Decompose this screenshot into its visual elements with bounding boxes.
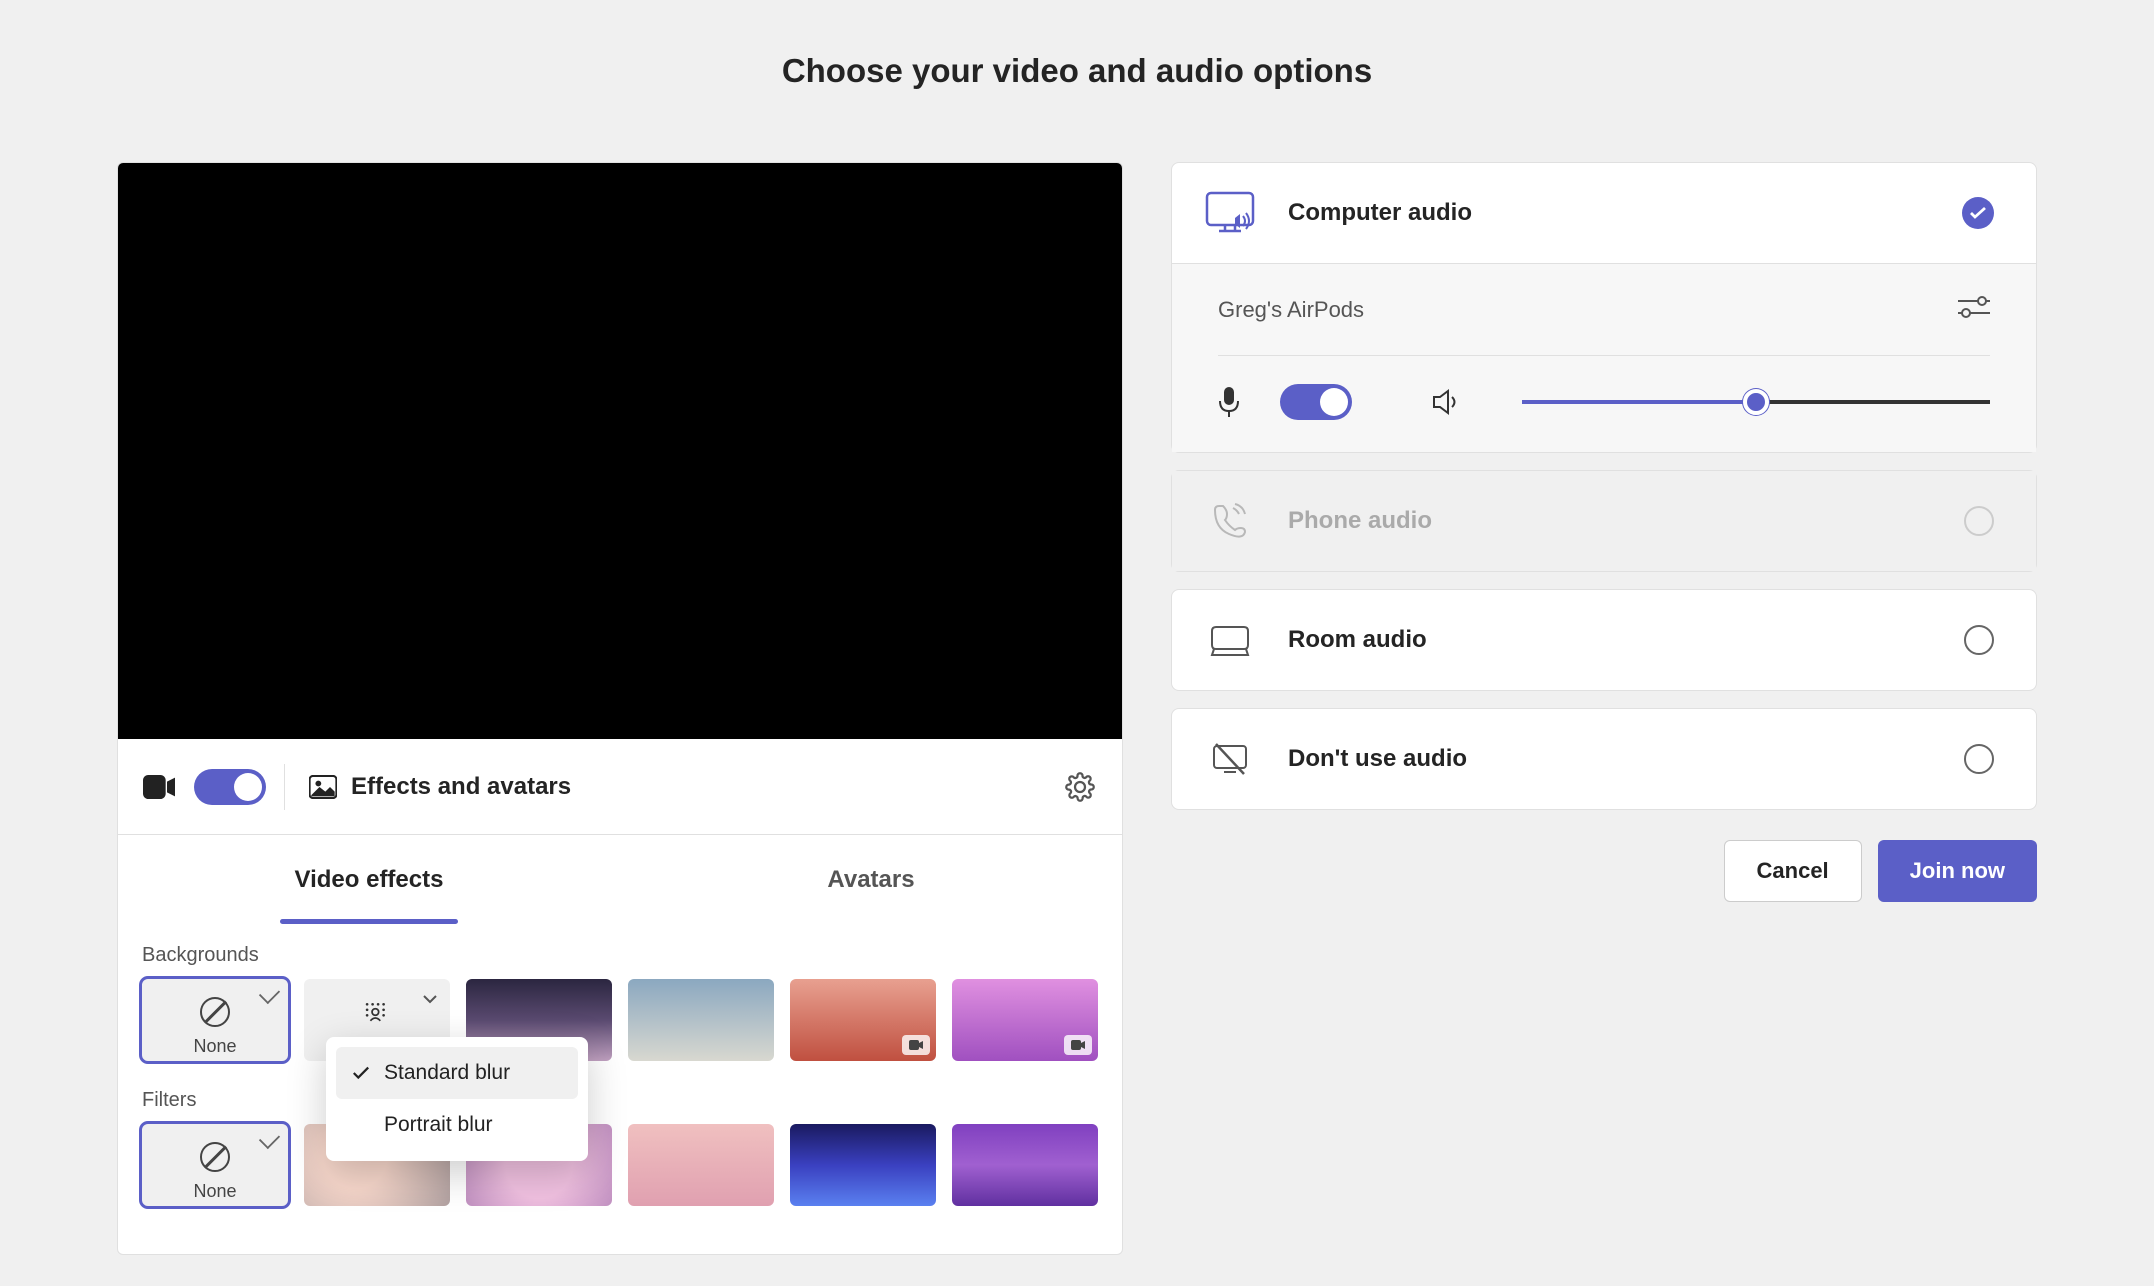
background-none-label: None <box>193 1036 236 1057</box>
effects-icon <box>309 775 337 799</box>
cancel-button[interactable]: Cancel <box>1724 840 1862 902</box>
mic-volume-row <box>1218 356 1990 420</box>
blur-option-standard[interactable]: Standard blur <box>336 1047 578 1099</box>
gear-icon <box>1065 772 1095 802</box>
speaker-icon <box>1432 389 1462 415</box>
join-now-button[interactable]: Join now <box>1878 840 2037 902</box>
chevron-down-icon <box>422 994 438 1004</box>
filters-label: Filters <box>142 1089 1098 1112</box>
tab-video-effects[interactable]: Video effects <box>118 835 620 924</box>
effects-avatars-label: Effects and avatars <box>351 773 571 801</box>
check-icon <box>352 1065 370 1081</box>
filter-none-label: None <box>193 1181 236 1202</box>
no-audio-radio <box>1964 744 1994 774</box>
blur-dropdown-button[interactable] <box>416 985 444 1013</box>
filter-option-3[interactable] <box>628 1124 774 1206</box>
computer-audio-radio <box>1962 197 1994 229</box>
settings-button[interactable] <box>1062 769 1098 805</box>
background-option-4[interactable] <box>952 979 1098 1061</box>
device-settings-button[interactable] <box>1958 296 1990 323</box>
no-audio-icon <box>1202 742 1258 776</box>
room-audio-card: Room audio <box>1171 589 2037 691</box>
no-audio-card: Don't use audio <box>1171 708 2037 810</box>
microphone-icon <box>1218 387 1240 417</box>
camera-toggle[interactable] <box>194 769 266 805</box>
blur-icon <box>362 1000 392 1024</box>
room-audio-radio <box>1964 625 1994 655</box>
effects-avatars-button[interactable]: Effects and avatars <box>303 773 571 801</box>
blur-option-portrait[interactable]: Portrait blur <box>336 1099 578 1151</box>
animated-badge-icon <box>1064 1035 1092 1055</box>
room-audio-option[interactable]: Room audio <box>1172 590 2036 690</box>
backgrounds-row: None Stand <box>142 979 1098 1061</box>
video-camera-icon <box>142 775 176 799</box>
audio-device-name: Greg's AirPods <box>1218 297 1364 323</box>
no-audio-label: Don't use audio <box>1288 745 1964 773</box>
video-panel: Effects and avatars Video effects Avatar… <box>117 162 1123 1255</box>
checkmark-icon <box>1969 206 1987 220</box>
footer-buttons: Cancel Join now <box>1171 840 2037 902</box>
filter-option-5[interactable] <box>952 1124 1098 1206</box>
background-none[interactable]: None <box>142 979 288 1061</box>
video-controls-bar: Effects and avatars <box>118 739 1122 835</box>
blur-option-standard-label: Standard blur <box>384 1061 510 1085</box>
volume-slider[interactable] <box>1522 400 1990 404</box>
audio-device-row[interactable]: Greg's AirPods <box>1218 264 1990 356</box>
filters-row: None <box>142 1124 1098 1206</box>
tab-avatars[interactable]: Avatars <box>620 835 1122 924</box>
background-option-2[interactable] <box>628 979 774 1061</box>
phone-audio-option: Phone audio <box>1172 471 2036 571</box>
room-audio-icon <box>1202 623 1258 657</box>
filter-none[interactable]: None <box>142 1124 288 1206</box>
phone-audio-label: Phone audio <box>1288 507 1964 535</box>
sliders-icon <box>1958 296 1990 318</box>
prohibit-icon <box>200 1142 230 1172</box>
filter-option-4[interactable] <box>790 1124 936 1206</box>
audio-device-section: Greg's AirPods <box>1172 263 2036 452</box>
blur-options-popup: Standard blur Portrait blur <box>326 1037 588 1161</box>
phone-audio-card: Phone audio <box>1171 470 2037 572</box>
backgrounds-label: Backgrounds <box>142 944 1098 967</box>
phone-audio-icon <box>1202 502 1258 540</box>
computer-audio-label: Computer audio <box>1288 199 1962 227</box>
prohibit-icon <box>200 997 230 1027</box>
animated-badge-icon <box>902 1035 930 1055</box>
no-audio-option[interactable]: Don't use audio <box>1172 709 2036 809</box>
background-option-3[interactable] <box>790 979 936 1061</box>
effects-tabs: Video effects Avatars <box>118 835 1122 924</box>
computer-audio-card: Computer audio Greg's AirPods <box>1171 162 2037 453</box>
room-audio-label: Room audio <box>1288 626 1964 654</box>
blur-option-portrait-label: Portrait blur <box>384 1113 493 1137</box>
phone-audio-radio <box>1964 506 1994 536</box>
computer-audio-icon <box>1202 191 1258 235</box>
microphone-toggle[interactable] <box>1280 384 1352 420</box>
video-preview <box>118 163 1122 739</box>
page-title: Choose your video and audio options <box>0 0 2154 90</box>
effects-content: Backgrounds None Stand <box>118 924 1122 1254</box>
computer-audio-option[interactable]: Computer audio <box>1172 163 2036 263</box>
audio-panel: Computer audio Greg's AirPods <box>1171 162 2037 1255</box>
main-container: Effects and avatars Video effects Avatar… <box>0 90 2154 1255</box>
